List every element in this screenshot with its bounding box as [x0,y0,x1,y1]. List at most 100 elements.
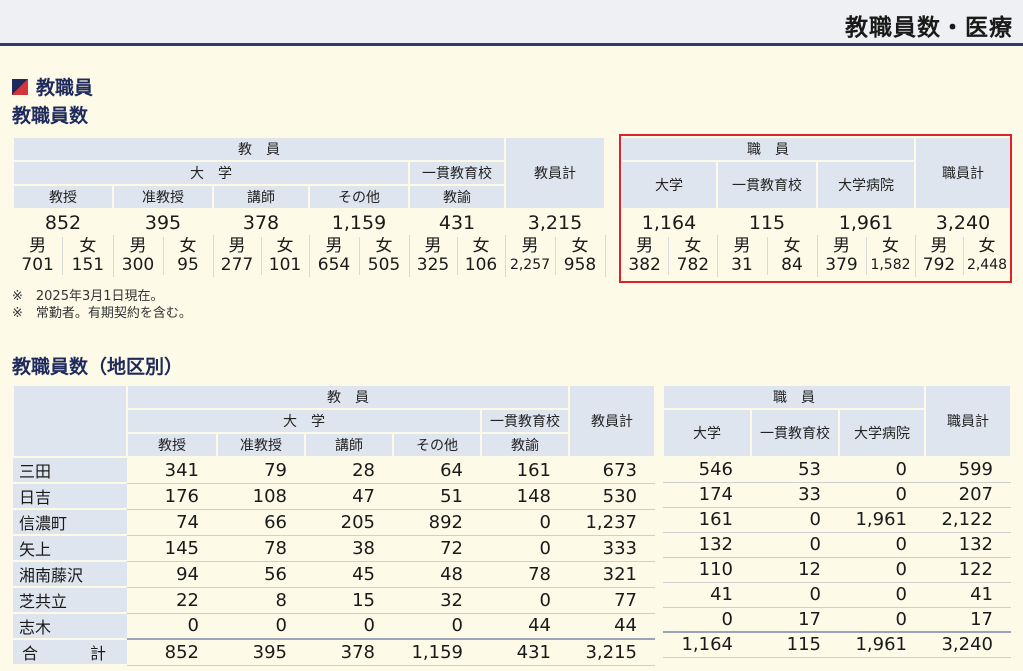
cell-value: 3,240 [925,631,1011,658]
cell-value: 145 [127,535,217,562]
header-integrated-school: 一貫教育校 [408,160,506,186]
campus-name: 合 計 [13,638,127,666]
cell-value: 2,122 [925,507,1011,533]
campus-name: 日吉 [13,483,127,510]
header-staff: 職 員 [620,136,916,162]
cell-value: 0 [481,587,569,614]
cell-value: 0 [481,535,569,562]
cell-value: 0 [839,482,925,508]
total-value: 431 [408,209,506,235]
cell-value: 176 [127,483,217,510]
cell-value: 0 [481,509,569,536]
cell-value: 72 [393,535,481,562]
cell-value: 174 [663,482,751,508]
header-professor: 教授 [12,184,114,210]
notes: ※ 2025年3月1日現在。 ※ 常勤者。有期契約を含む。 [12,288,192,322]
cell-value: 0 [217,613,305,640]
total-value: 395 [112,209,214,235]
cell-value: 64 [393,457,481,484]
campus-name: 信濃町 [13,509,127,536]
total-value: 852 [12,209,114,235]
cell-value: 395 [217,638,305,666]
gender-split: 男 379 女 1,582 [817,235,916,277]
cell-value: 161 [481,457,569,484]
cell-value: 78 [481,561,569,588]
page-title: 教職員数・医療 [845,15,1013,41]
cell-value: 1,961 [839,507,925,533]
cell-value: 79 [217,457,305,484]
header-staff-total: 職員計 [924,384,1012,458]
table1-title: 教職員数 [12,105,89,127]
table-row: 信濃町 74 66 205 892 0 1,237 [13,509,655,536]
cell-value: 1,164 [663,631,751,658]
cell-value: 1,159 [393,638,481,666]
gender-split: 男 382 女 782 [621,235,718,277]
table-row: 546 53 0 599 [663,457,1011,483]
cell-value: 431 [481,638,569,666]
top-bar: 教職員数・医療 [0,0,1023,46]
cell-value: 115 [751,631,839,658]
campus-name: 志木 [13,613,127,640]
gender-split: 男 2,257 女 958 [505,235,606,277]
header-staff-total: 職員計 [914,136,1012,210]
staff-total-value: 1,164 [620,209,718,235]
cell-value: 74 [127,509,217,536]
cell-value: 45 [305,561,393,588]
total-value: 3,215 [504,209,606,235]
gender-split: 男 277 女 101 [213,235,310,277]
gender-split: 男 701 女 151 [13,235,114,277]
cell-value: 12 [751,557,839,583]
header-campus [12,384,128,458]
cell-value: 148 [481,483,569,510]
cell-value: 17 [925,607,1011,633]
gender-split: 男 654 女 505 [309,235,410,277]
cell-value: 341 [127,457,217,484]
table-row: 三田 341 79 28 64 161 673 [13,457,655,484]
header-teacher-total: 教員計 [568,384,656,458]
cell-value: 0 [839,457,925,483]
cell-value: 77 [569,587,655,614]
cell-value: 530 [569,483,655,510]
note: ※ 2025年3月1日現在。 [12,289,164,304]
cell-value: 0 [751,507,839,533]
table-row: 161 0 1,961 2,122 [663,507,1011,533]
header-staff-integrated-school: 一貫教育校 [750,408,840,458]
campus-name: 矢上 [13,535,127,562]
header-staff-university: 大学 [620,160,718,210]
table-row: 0 17 0 17 [663,607,1011,633]
campus-name: 芝共立 [13,587,127,614]
cell-value: 892 [393,509,481,536]
cell-value: 110 [663,557,751,583]
cell-value: 546 [663,457,751,483]
cell-value: 599 [925,457,1011,483]
header-other: その他 [308,184,410,210]
staff-total-value: 115 [716,209,818,235]
staff-count-table-staff: 職 員 職員計 大学 一貫教育校 大学病院 1,164 115 1,961 3,… [620,136,1012,277]
cell-value: 41 [663,582,751,608]
header-integrated-school: 一貫教育校 [480,408,570,434]
cell-value: 0 [751,532,839,558]
cell-value: 3,215 [569,638,655,666]
cell-value: 132 [925,532,1011,558]
cell-value: 1,237 [569,509,655,536]
header-lecturer: 講師 [304,432,394,458]
staff-total-value: 1,961 [816,209,916,235]
table-row: 132 0 0 132 [663,532,1011,558]
section-heading: 教職員 [12,73,93,100]
cell-value: 0 [839,582,925,608]
cell-value: 41 [925,582,1011,608]
header-teacher-kyoyu: 教諭 [480,432,570,458]
cell-value: 1,961 [839,631,925,658]
header-university: 大 学 [126,408,482,434]
header-staff-university: 大学 [662,408,752,458]
header-teachers: 教 員 [12,136,506,162]
table-row: 41 0 0 41 [663,582,1011,608]
cell-value: 0 [839,557,925,583]
cell-value: 47 [305,483,393,510]
cell-value: 333 [569,535,655,562]
cell-value: 53 [751,457,839,483]
cell-value: 0 [305,613,393,640]
cell-value: 852 [127,638,217,666]
total-row: 合 計 852 395 378 1,159 431 3,215 [13,638,655,666]
cell-value: 0 [393,613,481,640]
